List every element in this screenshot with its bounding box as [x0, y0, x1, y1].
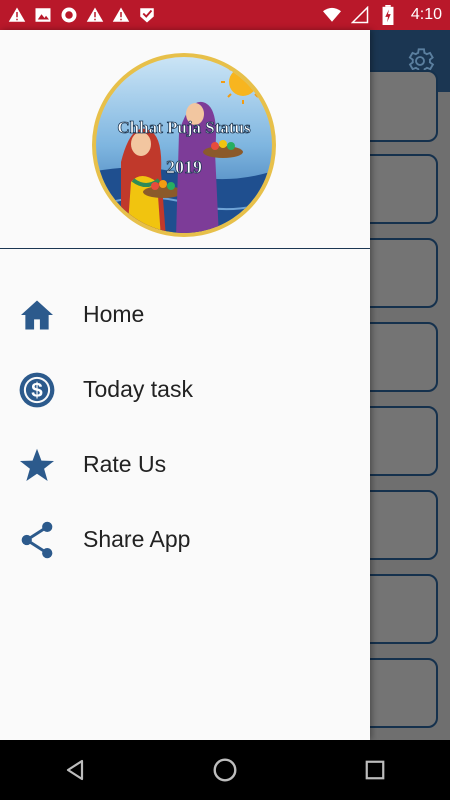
- status-time: 4:10: [410, 6, 442, 23]
- system-nav-bar: [0, 740, 450, 800]
- status-bar: 4:10: [0, 0, 450, 30]
- image-icon: [34, 6, 52, 24]
- menu-item-rate-us[interactable]: Rate Us: [0, 427, 370, 502]
- check-badge-icon: [138, 6, 156, 24]
- warning-icon: [86, 6, 104, 24]
- back-icon[interactable]: [55, 750, 95, 790]
- circle-icon: [60, 6, 78, 24]
- recents-icon[interactable]: [355, 750, 395, 790]
- wifi-icon: [322, 6, 341, 24]
- logo-title: Chhat Puja Status: [117, 118, 251, 137]
- menu-item-label: Today task: [83, 376, 193, 402]
- drawer-header: Chhat Puja Status 2019: [0, 30, 370, 249]
- dollar-icon: $: [18, 371, 56, 409]
- app-logo: Chhat Puja Status 2019: [91, 52, 277, 238]
- drawer-menu: Home $ Today task Rate Us Share App: [0, 277, 370, 577]
- menu-item-label: Share App: [83, 526, 191, 552]
- menu-item-label: Rate Us: [83, 451, 167, 477]
- logo-year: 2019: [166, 157, 202, 177]
- menu-item-home[interactable]: Home: [0, 277, 370, 352]
- star-icon: [18, 446, 56, 484]
- share-icon: [18, 521, 56, 559]
- menu-item-share-app[interactable]: Share App: [0, 502, 370, 577]
- menu-item-today-task[interactable]: $ Today task: [0, 352, 370, 427]
- svg-text:$: $: [31, 379, 43, 402]
- battery-icon: [379, 5, 397, 25]
- navigation-drawer: Chhat Puja Status 2019 Home $ Today task: [0, 30, 370, 740]
- menu-item-label: Home: [83, 301, 145, 327]
- home-circle-icon[interactable]: [205, 750, 245, 790]
- signal-icon: [350, 6, 369, 24]
- warning-icon: [8, 6, 26, 24]
- home-icon: [18, 296, 56, 334]
- warning-icon: [112, 6, 130, 24]
